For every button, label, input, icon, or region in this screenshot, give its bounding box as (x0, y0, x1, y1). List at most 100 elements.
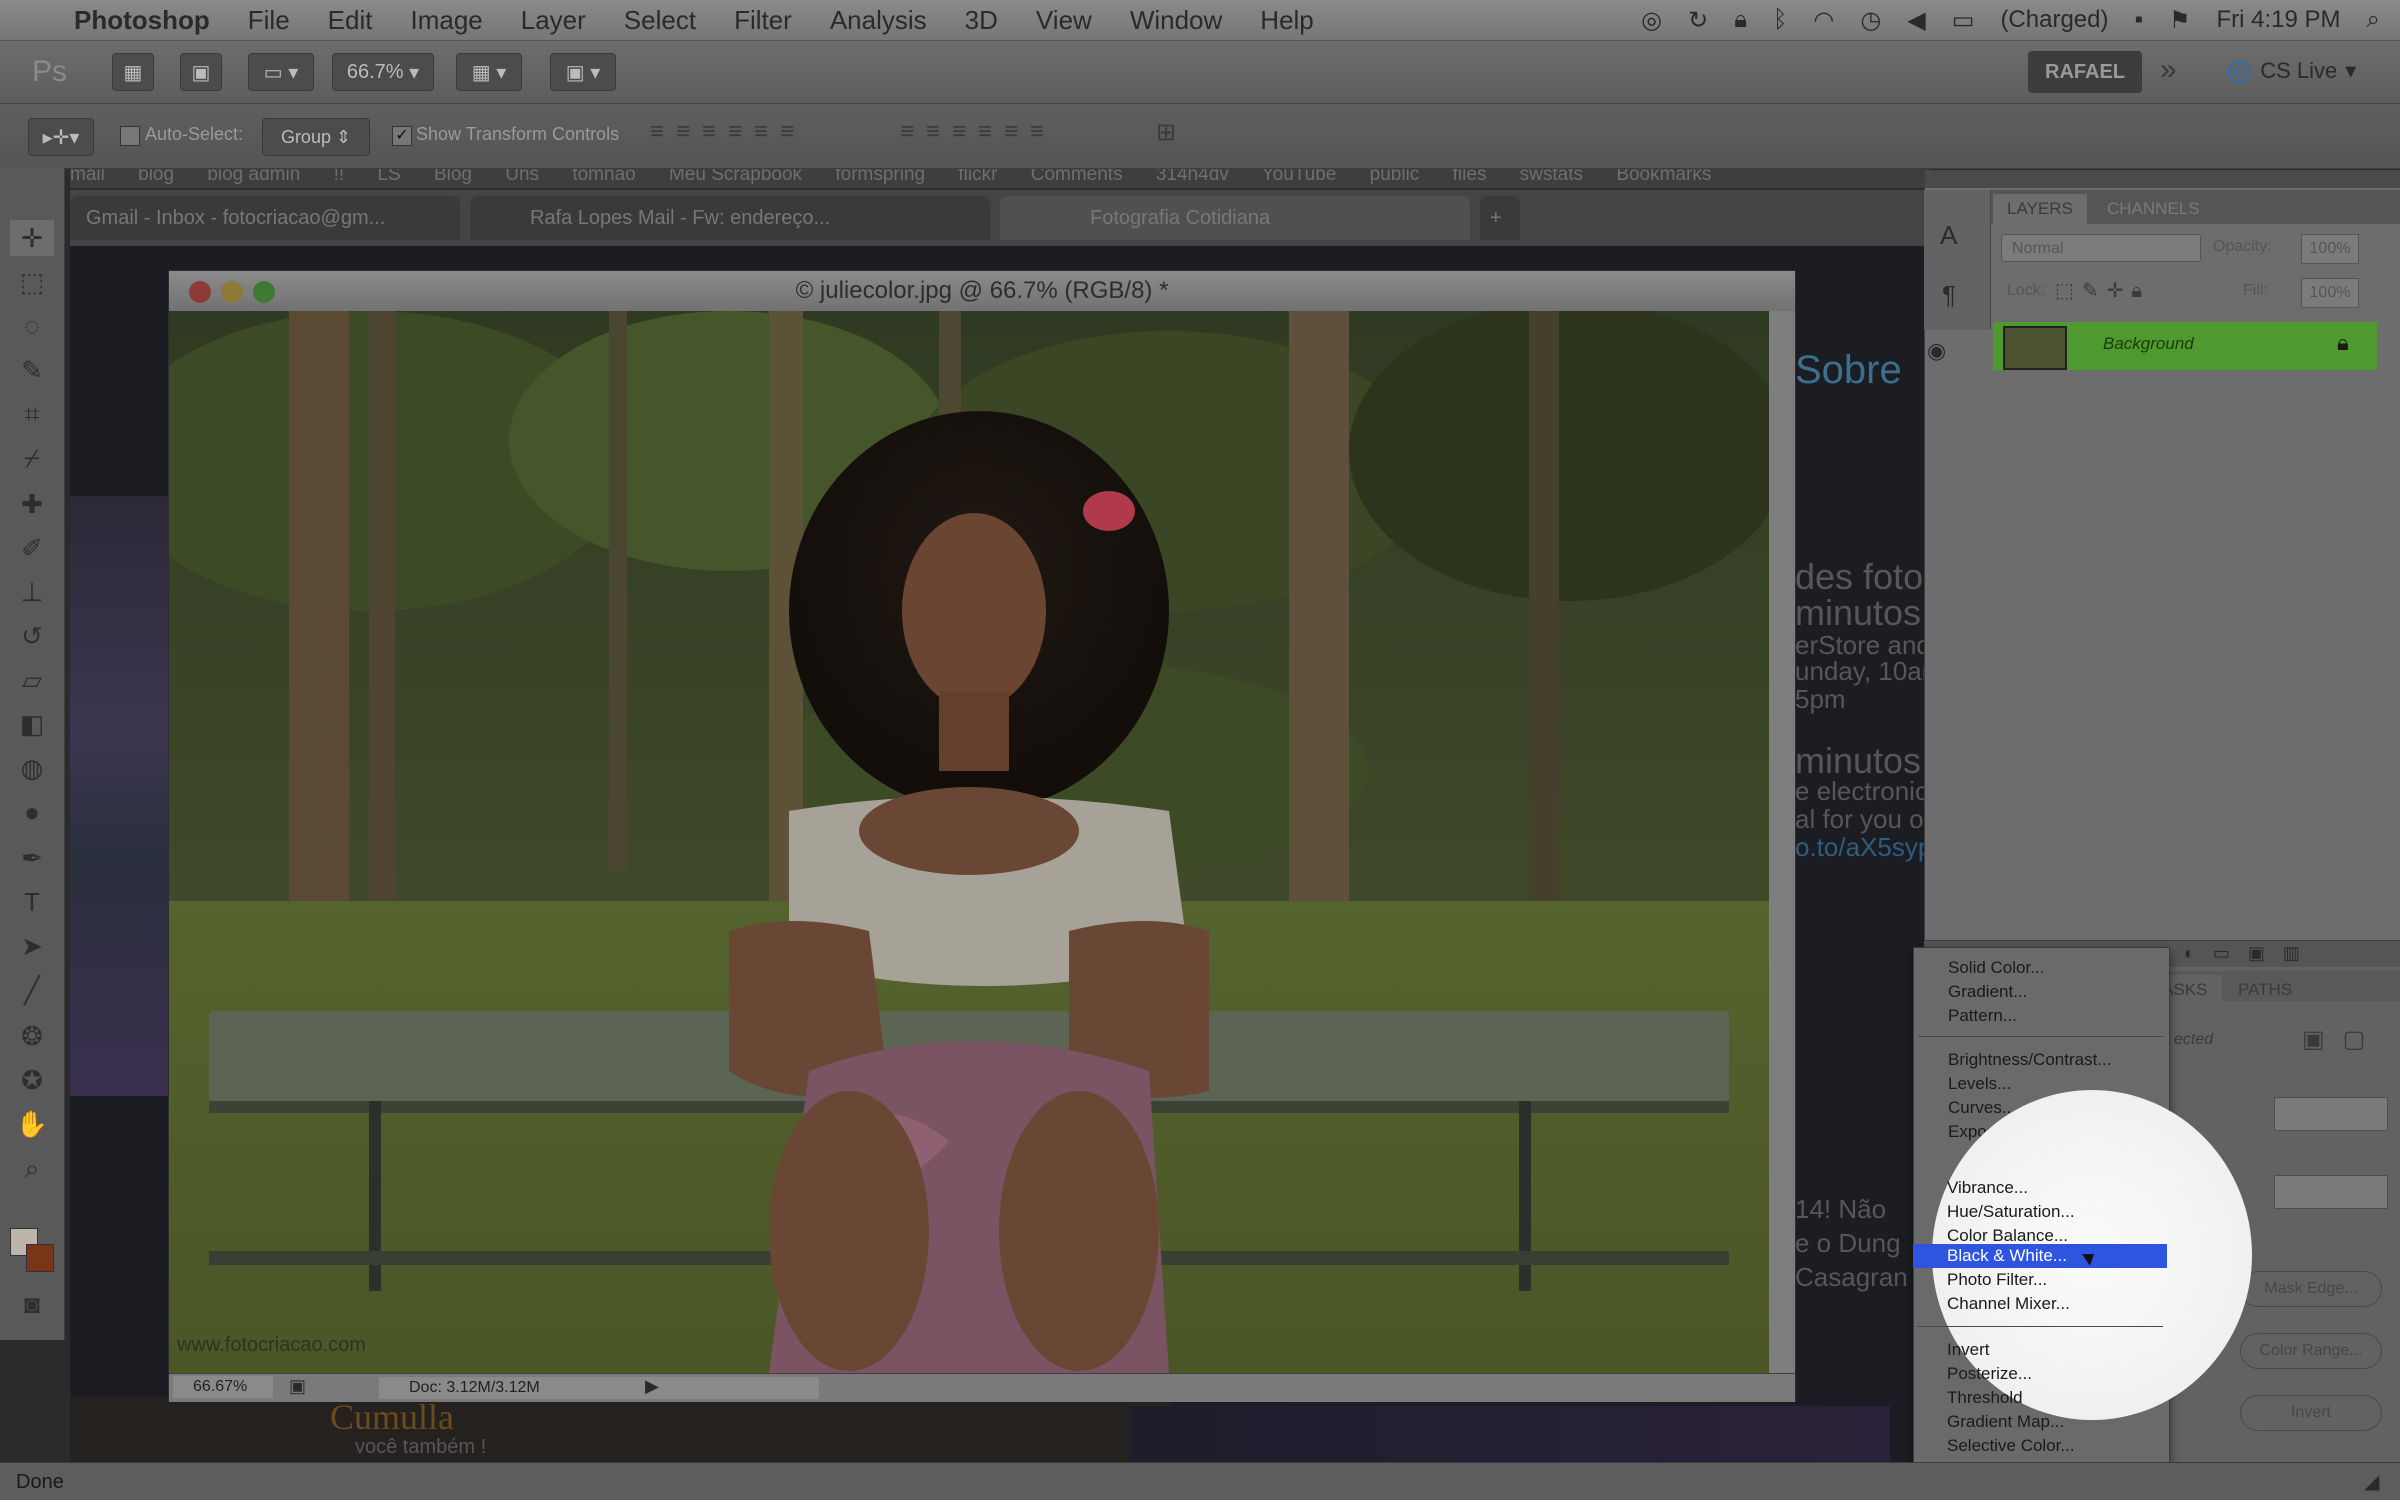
menu-filter[interactable]: Filter (734, 5, 792, 36)
spotlight-icon[interactable]: ⌕ (2367, 6, 2380, 34)
bridge-icon[interactable]: ▦ (112, 53, 154, 91)
eyedropper-tool-icon[interactable]: ⌿ (10, 440, 54, 476)
blend-mode-select[interactable]: Normal (2001, 234, 2201, 262)
blur-tool-icon[interactable]: ◍ (10, 750, 54, 786)
brush-tool-icon[interactable]: ✐ (10, 530, 54, 566)
color-range-button[interactable]: Color Range... (2240, 1333, 2382, 1369)
menu-window[interactable]: Window (1130, 5, 1222, 36)
more-icon[interactable]: » (2160, 53, 2177, 87)
menu-clock[interactable]: Fri 4:19 PM (2217, 6, 2341, 34)
3d-rotate-tool-icon[interactable]: ❂ (10, 1018, 54, 1054)
lock-icons[interactable]: ⬚✎✛🔒︎ (2055, 278, 2150, 303)
tab-layers[interactable]: LAYERS (1993, 194, 2087, 224)
document-canvas[interactable]: www.fotocriacao.com (169, 311, 1769, 1373)
hand-tool-icon[interactable]: ✋ (10, 1106, 54, 1142)
menu-item-vibrance[interactable]: Vibrance... (1947, 1176, 2028, 1200)
minibridge-icon[interactable]: ▣ (180, 53, 222, 91)
crop-tool-icon[interactable]: ⌗ (10, 396, 54, 432)
align-icons[interactable]: ≡≡≡≡≡≡ (650, 118, 890, 154)
menu-item-brightness-contrast[interactable]: Brightness/Contrast... (1948, 1048, 2111, 1072)
menu-item-photo-filter[interactable]: Photo Filter... (1947, 1268, 2047, 1292)
menu-item-hue-saturation[interactable]: Hue/Saturation... (1947, 1200, 2075, 1224)
move-tool-icon[interactable]: ✛ (10, 220, 54, 256)
timemachine-icon[interactable]: ◎ (1641, 6, 1662, 35)
menu-item-channel-mixer[interactable]: Channel Mixer... (1947, 1292, 2070, 1316)
invert-button[interactable]: Invert (2240, 1395, 2382, 1431)
pen-tool-icon[interactable]: ✒ (10, 840, 54, 876)
marquee-tool-icon[interactable]: ⬚ (10, 264, 54, 300)
workspace-button[interactable]: RAFAEL (2028, 51, 2142, 93)
zoom-dropdown[interactable]: 66.7% ▾ (332, 53, 434, 91)
zoom-tool-icon[interactable]: ⌕ (10, 1150, 54, 1186)
bluetooth-icon[interactable]: ᛒ (1773, 6, 1787, 34)
battery-icon[interactable]: ▭ (1952, 6, 1975, 35)
healing-brush-tool-icon[interactable]: ✚ (10, 486, 54, 522)
clone-stamp-tool-icon[interactable]: ⊥ (10, 574, 54, 610)
resize-grip-icon[interactable]: ◢ (2364, 1469, 2379, 1494)
show-transform-checkbox[interactable]: ✓ (392, 126, 412, 146)
browser-tab[interactable]: Gmail - Inbox - fotocriacao@gm... (70, 196, 460, 240)
feather-field[interactable] (2274, 1175, 2388, 1209)
menu-item-black-white[interactable]: Black & White... (1947, 1244, 2067, 1268)
visibility-eye-icon[interactable]: ◉ (1927, 338, 1957, 368)
user-icon[interactable]: ▪ (2134, 6, 2143, 34)
menu-item-solid-color[interactable]: Solid Color... (1948, 956, 2044, 980)
mask-type-icons[interactable]: ▣▢ (2302, 1025, 2383, 1054)
fill-field[interactable]: 100% (2301, 278, 2359, 308)
character-panel-icon[interactable]: A (1940, 220, 1957, 251)
tab-paths[interactable]: PATHS (2224, 975, 2306, 1005)
menu-item-gradient-map[interactable]: Gradient Map... (1947, 1410, 2064, 1434)
arrange-dropdown[interactable]: ▦ ▾ (456, 53, 522, 91)
menu-item-invert[interactable]: Invert (1947, 1338, 1990, 1362)
layer-action-icons[interactable]: ◐▭▣▥ (2184, 943, 2318, 964)
lock-icon[interactable]: 🔒︎ (1734, 6, 1747, 34)
quick-select-tool-icon[interactable]: ✎ (10, 352, 54, 388)
menu-image[interactable]: Image (410, 5, 482, 36)
browser-tab[interactable]: Rafa Lopes Mail - Fw: endereço... (470, 196, 990, 240)
zoom-field[interactable]: 66.67% (173, 1376, 273, 1398)
menu-edit[interactable]: Edit (328, 5, 373, 36)
browser-tab-active[interactable]: Fotografia Cotidiana (1000, 196, 1470, 240)
status-menu-arrow-icon[interactable]: ▶ (645, 1376, 659, 1397)
auto-select-checkbox[interactable] (120, 126, 140, 146)
history-brush-tool-icon[interactable]: ↺ (10, 618, 54, 654)
layer-row-background[interactable]: Background 🔒︎ (1993, 322, 2377, 370)
app-menu[interactable]: Photoshop (74, 5, 210, 36)
menu-select[interactable]: Select (624, 5, 696, 36)
menu-item-pattern[interactable]: Pattern... (1948, 1004, 2017, 1028)
eraser-tool-icon[interactable]: ▱ (10, 662, 54, 698)
menu-item-selective-color[interactable]: Selective Color... (1947, 1434, 2075, 1458)
paragraph-panel-icon[interactable]: ¶ (1942, 280, 1956, 311)
density-field[interactable] (2274, 1097, 2388, 1131)
web-sobre-link[interactable]: Sobre (1795, 348, 1902, 393)
screenmode-dropdown[interactable]: ▣ ▾ (550, 53, 616, 91)
quick-mask-icon[interactable]: ◙ (10, 1286, 54, 1322)
web-link-short-url[interactable]: o.to/aX5syp (1795, 832, 1932, 863)
menu-item-threshold[interactable]: Threshold (1947, 1386, 2023, 1410)
move-tool-preset[interactable]: ▸✛▾ (28, 118, 94, 156)
menu-view[interactable]: View (1036, 5, 1092, 36)
flag-icon[interactable]: ⚑ (2169, 6, 2191, 35)
menu-item-gradient[interactable]: Gradient... (1948, 980, 2027, 1004)
distribute-icons[interactable]: ≡≡≡≡≡≡ (900, 118, 1140, 154)
menu-help[interactable]: Help (1260, 5, 1313, 36)
sync-icon[interactable]: ↻ (1688, 6, 1708, 35)
dodge-tool-icon[interactable]: ● (10, 794, 54, 830)
vertical-scrollbar[interactable] (1769, 311, 1795, 1373)
extras-dropdown[interactable]: ▭ ▾ (248, 53, 314, 91)
mask-edge-button[interactable]: Mask Edge... (2240, 1271, 2382, 1307)
new-tab-button[interactable]: + (1480, 196, 1520, 240)
volume-icon[interactable]: ◀︎ (1907, 6, 1925, 35)
status-icon[interactable]: ▣ (289, 1376, 306, 1397)
auto-select-dropdown[interactable]: Group ⇕ (262, 118, 370, 156)
type-tool-icon[interactable]: T (10, 884, 54, 920)
background-color-swatch[interactable] (26, 1244, 54, 1272)
lasso-tool-icon[interactable]: ◌ (10, 308, 54, 344)
tab-channels[interactable]: CHANNELS (2093, 194, 2214, 224)
shape-tool-icon[interactable]: ╱ (10, 972, 54, 1008)
3d-orbit-tool-icon[interactable]: ✪ (10, 1062, 54, 1098)
menu-item-levels[interactable]: Levels... (1948, 1072, 2011, 1096)
menu-3d[interactable]: 3D (965, 5, 998, 36)
opacity-field[interactable]: 100% (2301, 234, 2359, 264)
menu-analysis[interactable]: Analysis (830, 5, 927, 36)
